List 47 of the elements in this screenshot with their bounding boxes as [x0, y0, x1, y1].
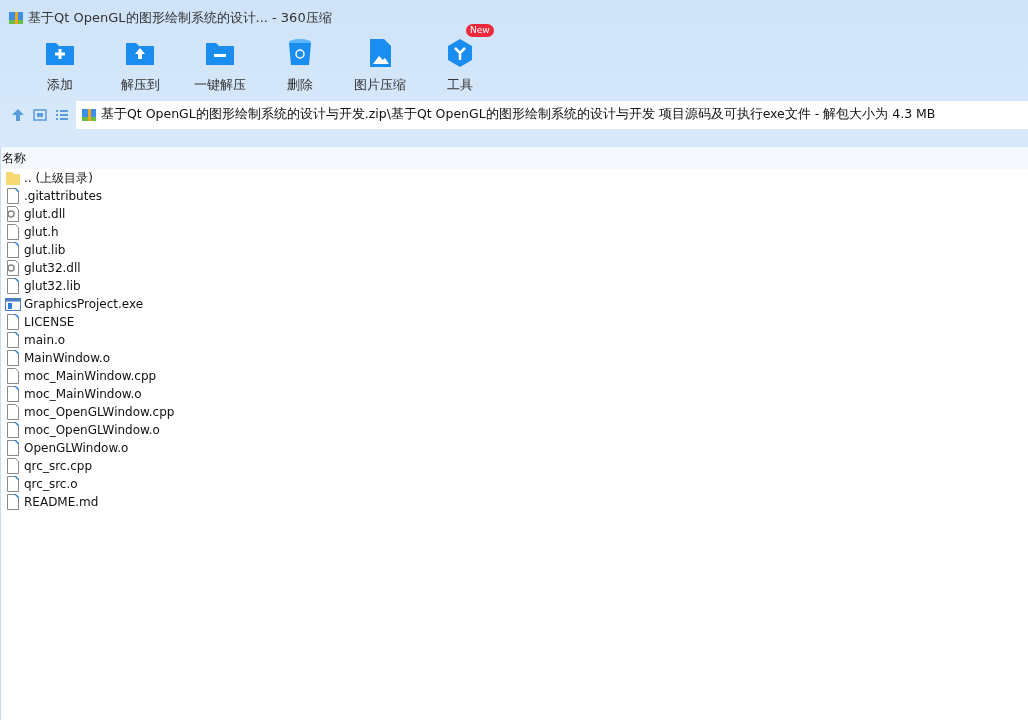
file-icon [5, 476, 21, 492]
address-bar[interactable]: 基于Qt OpenGL的图形绘制系统的设计与开发.zip\基于Qt OpenGL的图形绘制系统的设计与开发 项目源码及可执行exe文件 - 解包大小为 4.3 MB [76, 100, 1028, 129]
file-name[interactable]: moc_MainWindow.o [24, 385, 142, 403]
file-name[interactable]: GraphicsProject.exe [24, 295, 144, 313]
file-name[interactable]: main.o [24, 331, 66, 349]
file-name[interactable]: qrc_src.cpp [24, 457, 93, 475]
file-name[interactable]: glut32.lib [24, 277, 81, 295]
address-path: 基于Qt OpenGL的图形绘制系统的设计与开发.zip\基于Qt OpenGL的图形绘制系统的设计与开发 项目源码及可执行exe文件 - 解包大小为 4.3 MB [101, 105, 936, 124]
file-icon [5, 458, 21, 474]
file-icon [5, 242, 21, 258]
file-icon [5, 440, 21, 456]
file-icon [5, 278, 21, 294]
file-name[interactable]: glut.h [24, 223, 59, 241]
up-arrow-icon[interactable] [10, 106, 26, 123]
file-name[interactable]: glut32.dll [24, 259, 81, 277]
file-name[interactable]: moc_OpenGLWindow.cpp [24, 403, 175, 421]
file-name[interactable]: glut.lib [24, 241, 66, 259]
file-icon [5, 386, 21, 402]
archive-icon [8, 10, 24, 26]
toolbar-button[interactable]: New 工具 [420, 24, 500, 95]
file-name[interactable]: .gitattributes [24, 187, 103, 205]
file-name[interactable]: README.md [24, 493, 99, 511]
file-name[interactable]: LICENSE [24, 313, 75, 331]
file-name[interactable]: glut.dll [24, 205, 66, 223]
toolbar-button[interactable]: 图片压缩 [340, 24, 420, 95]
file-name[interactable]: qrc_src.o [24, 475, 78, 493]
file-name[interactable]: moc_OpenGLWindow.o [24, 421, 160, 439]
file-name[interactable]: MainWindow.o [24, 349, 110, 367]
thumbnail-view-icon[interactable] [32, 106, 48, 123]
file-icon [5, 188, 21, 204]
file-name[interactable]: OpenGLWindow.o [24, 439, 129, 457]
gear-file-icon [5, 260, 21, 276]
file-icon [5, 404, 21, 420]
archive-icon [81, 106, 97, 123]
new-badge: New [466, 24, 494, 37]
gear-file-icon [5, 206, 21, 222]
file-icon [5, 314, 21, 330]
file-icon [5, 350, 21, 366]
file-icon [5, 332, 21, 348]
file-icon [5, 422, 21, 438]
file-icon [5, 224, 21, 240]
file-name[interactable]: .. (上级目录) [24, 169, 93, 187]
column-header[interactable]: 名称 [2, 151, 26, 165]
file-name[interactable]: moc_MainWindow.cpp [24, 367, 157, 385]
file-icon [5, 494, 21, 510]
program-window-icon [5, 296, 21, 312]
file-icon [5, 368, 21, 384]
